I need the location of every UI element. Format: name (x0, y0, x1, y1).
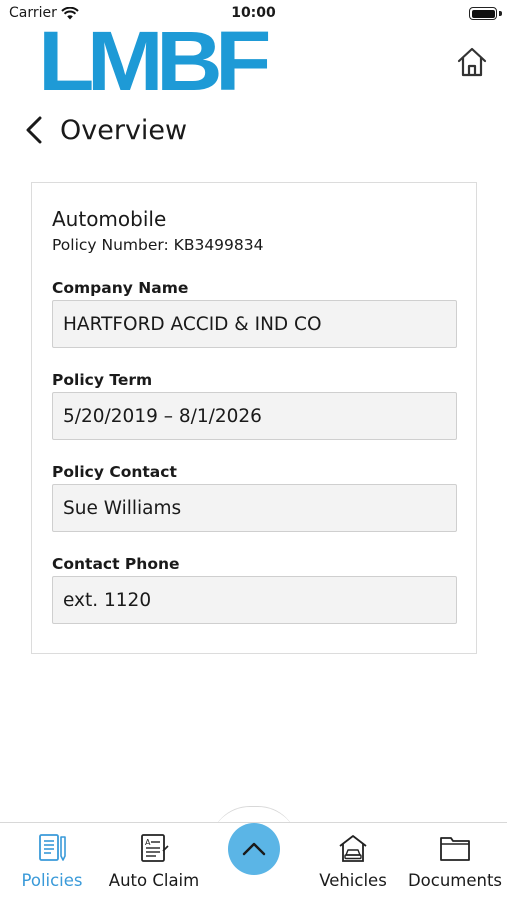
tab-auto-claim-label: Auto Claim (108, 871, 200, 890)
tab-policies[interactable]: Policies (2, 823, 102, 900)
back-button[interactable] (24, 113, 46, 147)
policy-term-label: Policy Term (52, 371, 153, 389)
policies-icon (39, 834, 66, 861)
company-name-field: HARTFORD ACCID & IND CO (52, 300, 457, 348)
policy-term-field: 5/20/2019 – 8/1/2026 (52, 392, 457, 440)
documents-icon (440, 837, 470, 861)
chevron-left-icon (26, 116, 42, 144)
tab-auto-claim[interactable]: A Auto Claim (104, 823, 204, 900)
tab-vehicles-label: Vehicles (319, 871, 387, 890)
page-title: Overview (60, 114, 188, 146)
policy-type: Automobile (52, 207, 167, 231)
auto-claim-icon: A (141, 834, 169, 862)
expand-menu-button[interactable] (228, 823, 280, 875)
tab-documents-label: Documents (407, 871, 503, 890)
home-button[interactable] (455, 45, 489, 79)
company-name-label: Company Name (52, 279, 189, 297)
policy-contact-field: Sue Williams (52, 484, 457, 532)
vehicles-icon (339, 835, 367, 862)
battery-icon (469, 7, 497, 20)
contact-phone-label: Contact Phone (52, 555, 180, 573)
policy-number: Policy Number: KB3499834 (52, 236, 264, 254)
page-header: Overview (24, 110, 187, 150)
tab-policies-label: Policies (21, 871, 83, 890)
policy-card: Automobile Policy Number: KB3499834 Comp… (31, 182, 477, 654)
battery-tip (499, 11, 502, 16)
tab-vehicles[interactable]: Vehicles (303, 823, 403, 900)
svg-text:A: A (145, 838, 151, 847)
chevron-up-icon (242, 842, 266, 856)
brand-logo: LMBF (38, 14, 272, 108)
policy-contact-label: Policy Contact (52, 463, 177, 481)
contact-phone-field[interactable]: ext. 1120 (52, 576, 457, 624)
tab-documents[interactable]: Documents (405, 823, 505, 900)
home-icon (457, 47, 487, 77)
